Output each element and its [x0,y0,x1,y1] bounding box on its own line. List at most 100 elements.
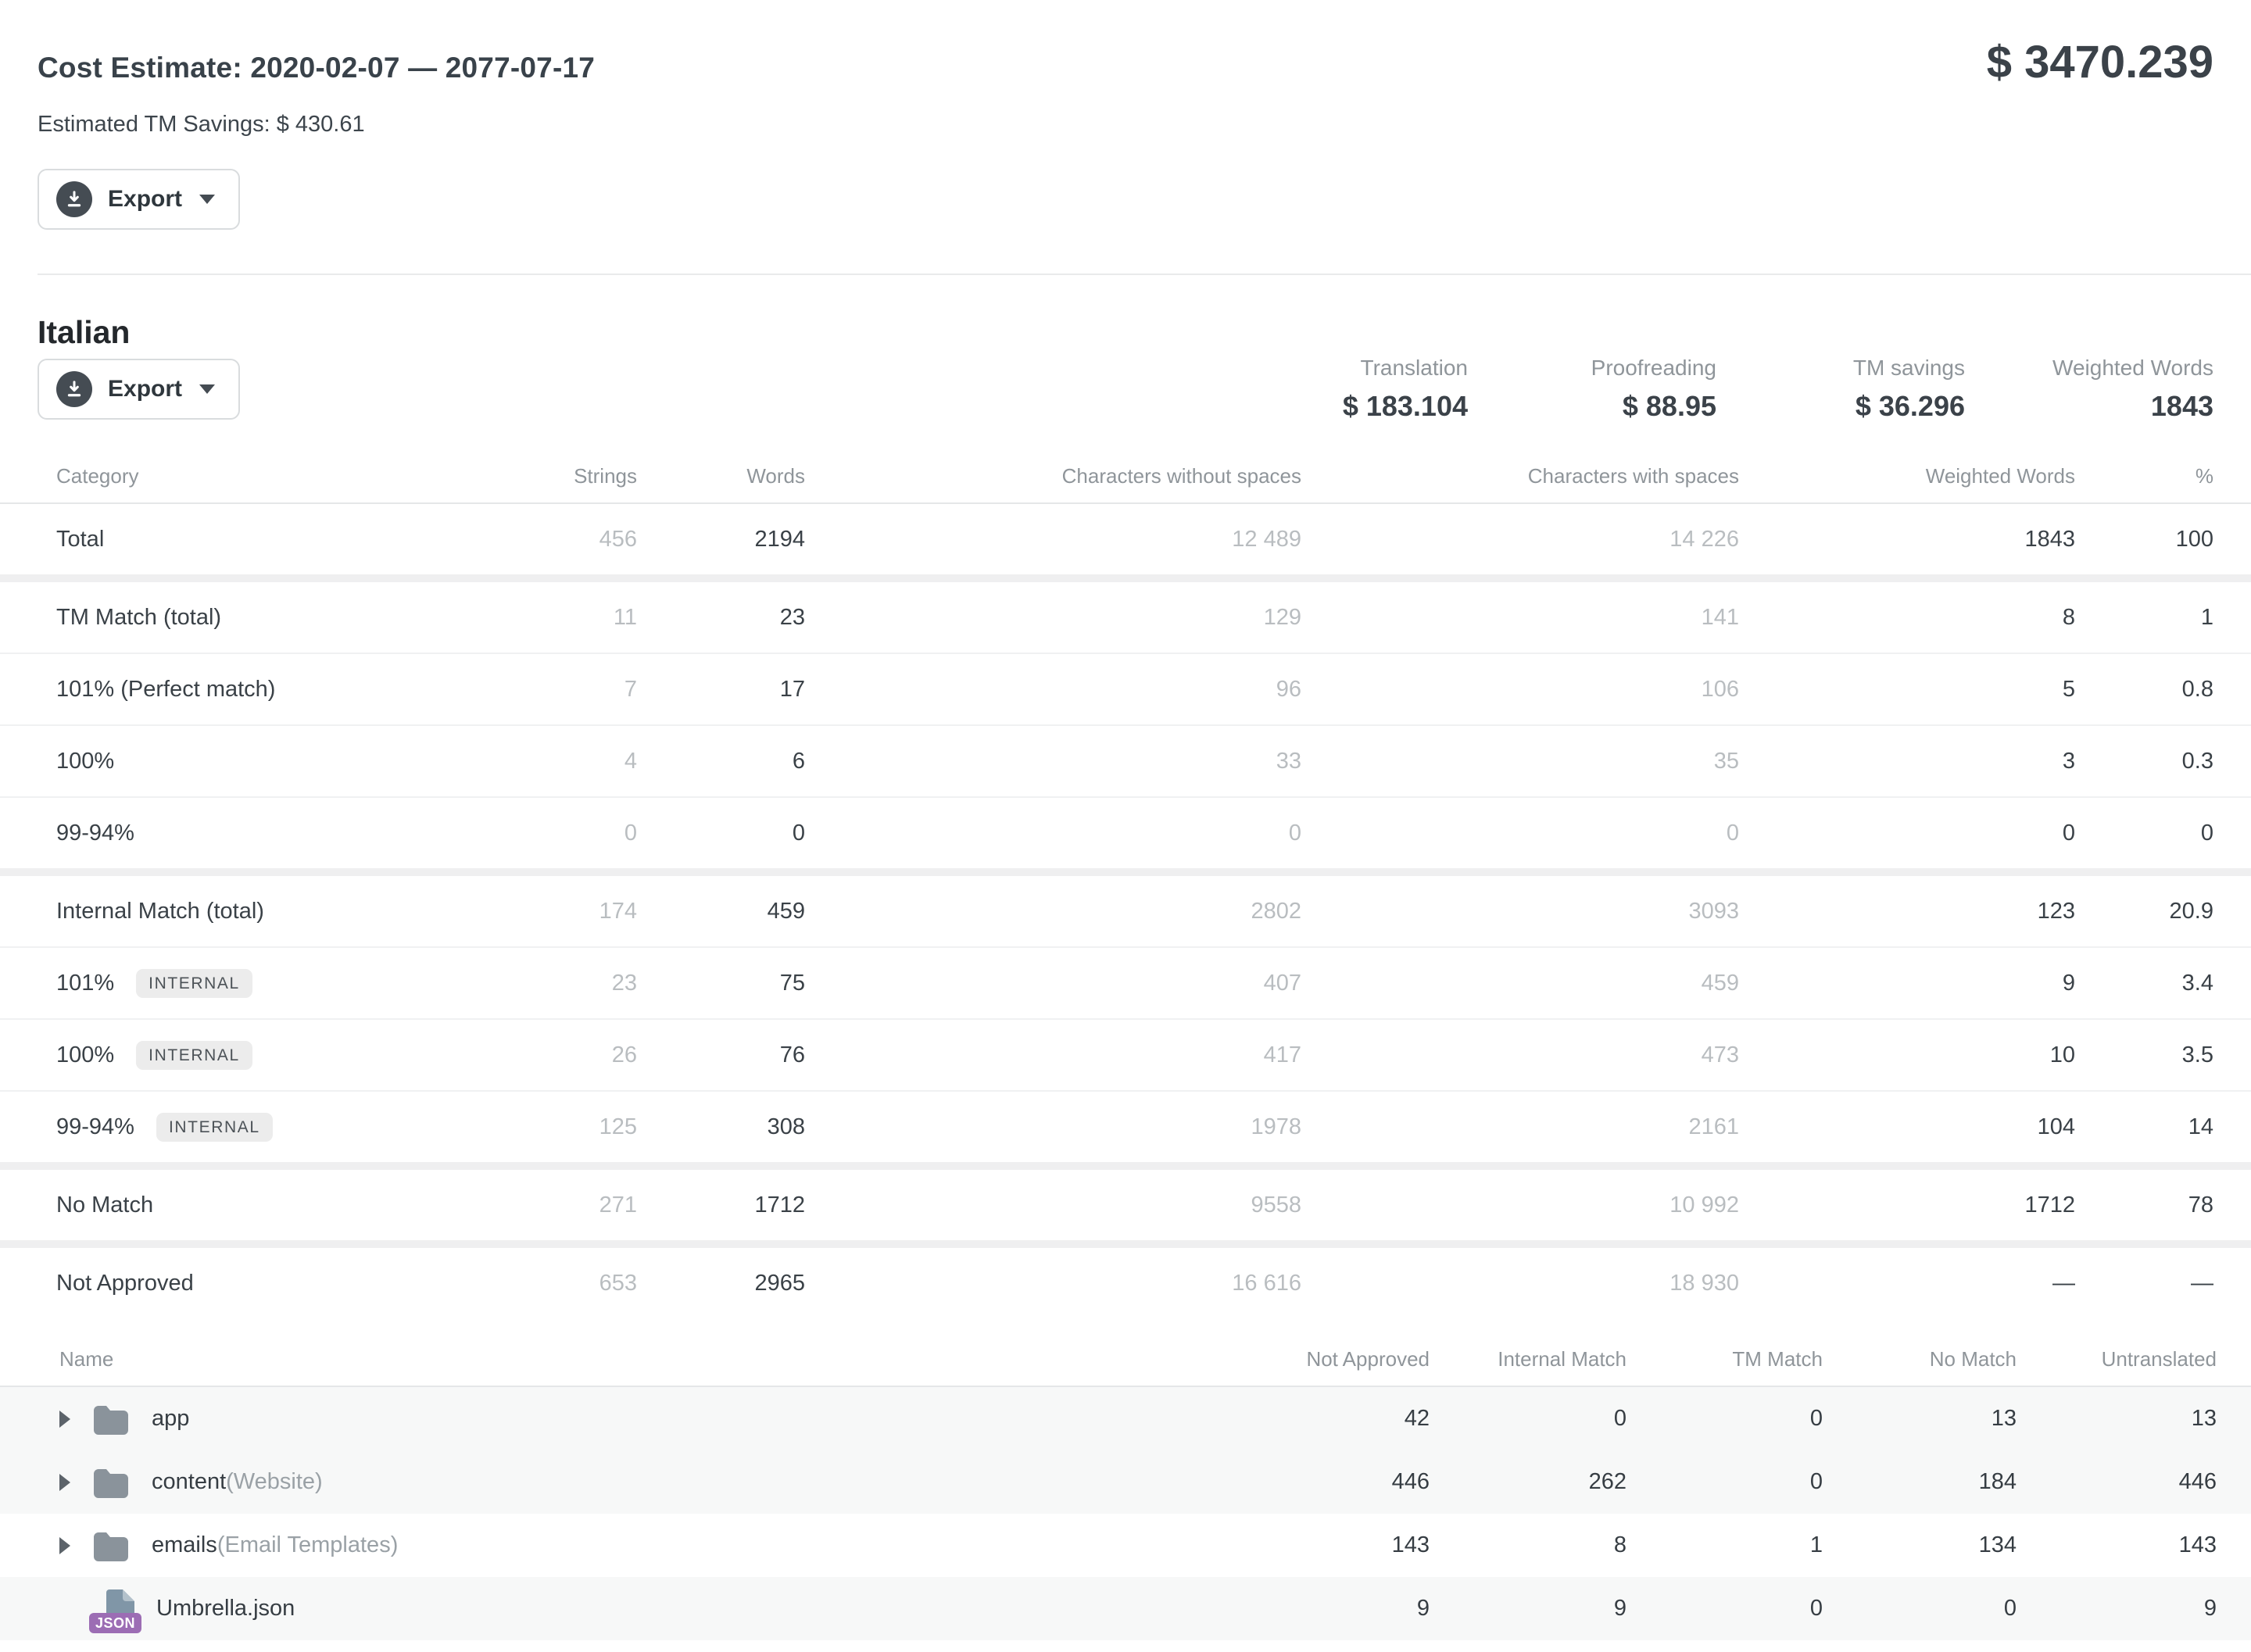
total-cost: $ 3470.239 [1987,36,2213,88]
cell-no-match: 184 [1823,1469,2017,1495]
cell-chars-with-spaces: 0 [1301,821,1739,846]
cell-chars-with-spaces: 141 [1301,605,1739,631]
stat-value: 1843 [1979,390,2213,423]
category-row: Total 456219412 48914 2261843100 [0,504,2251,574]
category-label: Total [56,527,104,552]
group-separator [0,868,2251,876]
stat-value: $ 88.95 [1482,390,1716,423]
group-separator [0,1240,2251,1248]
caret-down-icon [199,195,215,204]
file-table-body: app42001313content(Website)4462620184446… [0,1387,2251,1640]
expand-chevron-right-icon[interactable] [59,1537,70,1554]
cell-weighted-words: 1712 [1739,1193,2075,1218]
export-button-label: Export [108,186,182,213]
cell-strings: 174 [496,899,637,924]
cell-chars-with-spaces: 14 226 [1301,527,1739,552]
cell-internal-match: 8 [1430,1532,1627,1558]
column-name: Name [0,1347,1234,1386]
category-label: 99-94% [56,1114,134,1140]
stat-tm-savings: TM savings $ 36.296 [1730,356,1965,423]
category-label: No Match [56,1193,153,1218]
cell-percent: 100 [2075,527,2251,552]
cell-strings: 125 [496,1114,637,1140]
cell-no-match: 13 [1823,1406,2017,1432]
file-row[interactable]: content(Website)4462620184446 [0,1450,2251,1514]
cell-chars-with-spaces: 2161 [1301,1114,1739,1140]
cell-weighted-words: 0 [1739,821,2075,846]
category-label: 101% [56,971,114,996]
column-chars-without-spaces: Characters without spaces [805,464,1301,502]
cell-internal-match: 262 [1430,1469,1627,1495]
cell-percent: 0 [2075,821,2251,846]
cell-percent: 3.5 [2075,1042,2251,1068]
cell-chars-without-spaces: 12 489 [805,527,1301,552]
cell-tm-match: 0 [1627,1596,1823,1622]
group-separator [0,574,2251,582]
category-row: 99-94%000000 [0,796,2251,868]
stat-value: $ 183.104 [1233,390,1468,423]
cell-weighted-words: 104 [1739,1114,2075,1140]
column-untranslated: Untranslated [2017,1347,2251,1386]
category-label: Internal Match (total) [56,899,264,924]
cell-percent: 14 [2075,1114,2251,1140]
file-row[interactable]: app42001313 [0,1387,2251,1450]
tm-savings-line: Estimated TM Savings: $ 430.61 [38,112,2213,138]
cell-percent: — [2075,1271,2251,1296]
export-button[interactable]: Export [38,169,240,230]
column-tm-match: TM Match [1627,1347,1823,1386]
column-words: Words [637,464,805,502]
file-name: emails [152,1532,217,1558]
language-export-button[interactable]: Export [38,359,240,420]
cell-not-approved: 446 [1234,1469,1430,1495]
category-label: 100% [56,749,114,774]
cell-strings: 0 [496,821,637,846]
cell-internal-match: 9 [1430,1596,1627,1622]
stat-value: $ 36.296 [1730,390,1965,423]
cell-weighted-words: 3 [1739,749,2075,774]
stat-label: TM savings [1730,356,1965,381]
json-badge: JSON [89,1613,141,1633]
stat-label: Weighted Words [1979,356,2213,381]
cell-chars-with-spaces: 35 [1301,749,1739,774]
cell-words: 1712 [637,1193,805,1218]
folder-icon [92,1467,130,1498]
cell-weighted-words: 1843 [1739,527,2075,552]
stat-label: Proofreading [1482,356,1716,381]
cell-not-approved: 42 [1234,1406,1430,1432]
cell-chars-without-spaces: 417 [805,1042,1301,1068]
file-name-suffix: (Email Templates) [217,1532,399,1558]
cell-tm-match: 1 [1627,1532,1823,1558]
file-name: Umbrella.json [156,1596,295,1622]
expand-chevron-right-icon[interactable] [59,1411,70,1428]
stat-translation: Translation $ 183.104 [1233,356,1468,423]
cell-strings: 456 [496,527,637,552]
cell-chars-with-spaces: 18 930 [1301,1271,1739,1296]
cell-tm-match: 0 [1627,1406,1823,1432]
file-row[interactable]: JSONUmbrella.json99009 [0,1577,2251,1640]
stat-label: Translation [1233,356,1468,381]
file-row[interactable]: emails(Email Templates)14381134143 [0,1514,2251,1577]
expand-chevron-right-icon[interactable] [59,1474,70,1491]
cell-chars-with-spaces: 10 992 [1301,1193,1739,1218]
cell-no-match: 134 [1823,1532,2017,1558]
json-file-icon: JSON [92,1588,139,1630]
section-divider [38,274,2251,275]
cell-words: 2194 [637,527,805,552]
cell-percent: 0.3 [2075,749,2251,774]
cell-chars-without-spaces: 0 [805,821,1301,846]
cell-untranslated: 13 [2017,1406,2251,1432]
cell-words: 459 [637,899,805,924]
download-icon [56,371,92,407]
cell-weighted-words: 9 [1739,971,2075,996]
cell-strings: 23 [496,971,637,996]
cost-stats: Translation $ 183.104 Proofreading $ 88.… [1233,356,2213,423]
cell-chars-without-spaces: 407 [805,971,1301,996]
cell-tm-match: 0 [1627,1469,1823,1495]
column-internal-match: Internal Match [1430,1347,1627,1386]
file-table: Name Not Approved Internal Match TM Matc… [0,1340,2251,1640]
stat-proofreading: Proofreading $ 88.95 [1482,356,1716,423]
cell-percent: 78 [2075,1193,2251,1218]
category-row: 101%INTERNAL237540745993.4 [0,946,2251,1018]
cell-not-approved: 9 [1234,1596,1430,1622]
internal-badge: INTERNAL [156,1113,273,1142]
